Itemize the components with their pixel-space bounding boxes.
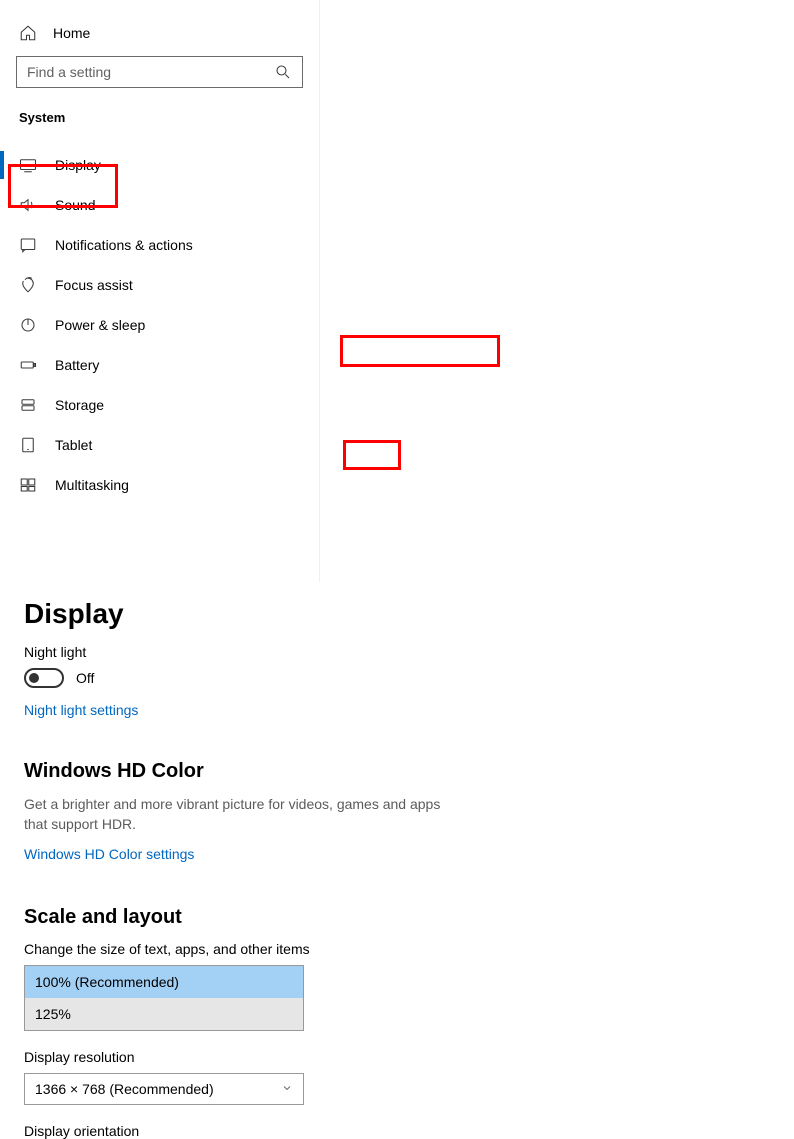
chevron-down-icon <box>281 1081 293 1097</box>
main-content: Display Night light Off Night light sett… <box>0 582 794 1139</box>
notifications-icon <box>19 236 37 254</box>
sidebar-item-label: Sound <box>55 197 95 213</box>
sidebar-item-display[interactable]: Display <box>0 145 319 185</box>
power-icon <box>19 316 37 334</box>
sidebar-item-sound[interactable]: Sound <box>0 185 319 225</box>
scale-dropdown-open[interactable]: 100% (Recommended) 125% <box>24 965 304 1031</box>
sidebar-item-notifications[interactable]: Notifications & actions <box>0 225 319 265</box>
scale-option-125[interactable]: 125% <box>25 998 303 1030</box>
sidebar-item-label: Focus assist <box>55 277 133 293</box>
highlight-scale-title <box>340 335 500 367</box>
hd-color-title: Windows HD Color <box>24 760 794 783</box>
resolution-label: Display resolution <box>24 1049 794 1065</box>
night-light-toggle[interactable] <box>24 668 64 688</box>
search-icon <box>274 63 292 81</box>
sidebar-item-label: Power & sleep <box>55 317 145 333</box>
sidebar-item-label: Storage <box>55 397 104 413</box>
sidebar-item-battery[interactable]: Battery <box>0 345 319 385</box>
storage-icon <box>19 396 37 414</box>
tablet-icon <box>19 436 37 454</box>
sidebar-item-storage[interactable]: Storage <box>0 385 319 425</box>
sidebar-item-focus-assist[interactable]: Focus assist <box>0 265 319 305</box>
focus-assist-icon <box>19 276 37 294</box>
sidebar-item-label: Display <box>55 157 101 173</box>
highlight-125-option <box>343 440 401 470</box>
resolution-dropdown[interactable]: 1366 × 768 (Recommended) <box>24 1073 304 1105</box>
night-light-settings-link[interactable]: Night light settings <box>24 702 138 718</box>
search-input[interactable]: Find a setting <box>16 56 303 88</box>
sidebar-item-label: Tablet <box>55 437 92 453</box>
scale-layout-title: Scale and layout <box>24 906 794 929</box>
orientation-label: Display orientation <box>24 1123 794 1139</box>
resolution-value: 1366 × 768 (Recommended) <box>35 1081 214 1097</box>
multitasking-icon <box>19 476 37 494</box>
search-placeholder: Find a setting <box>27 64 111 80</box>
settings-sidebar: Home Find a setting System Display Sound <box>0 0 320 582</box>
scale-label: Change the size of text, apps, and other… <box>24 941 794 957</box>
hd-color-desc: Get a brighter and more vibrant picture … <box>24 795 464 834</box>
night-light-state: Off <box>76 670 94 686</box>
page-title: Display <box>24 598 794 630</box>
night-light-label: Night light <box>24 644 794 660</box>
sidebar-item-tablet[interactable]: Tablet <box>0 425 319 465</box>
category-system-label: System <box>0 110 319 145</box>
home-icon <box>19 24 37 42</box>
home-label: Home <box>53 25 90 41</box>
display-icon <box>19 156 37 174</box>
hd-color-settings-link[interactable]: Windows HD Color settings <box>24 846 194 862</box>
sound-icon <box>19 196 37 214</box>
sidebar-item-multitasking[interactable]: Multitasking <box>0 465 319 505</box>
scale-option-100[interactable]: 100% (Recommended) <box>25 966 303 998</box>
battery-icon <box>19 356 37 374</box>
sidebar-item-label: Battery <box>55 357 99 373</box>
sidebar-item-label: Notifications & actions <box>55 237 193 253</box>
home-nav[interactable]: Home <box>0 18 319 56</box>
sidebar-item-label: Multitasking <box>55 477 129 493</box>
sidebar-item-power-sleep[interactable]: Power & sleep <box>0 305 319 345</box>
